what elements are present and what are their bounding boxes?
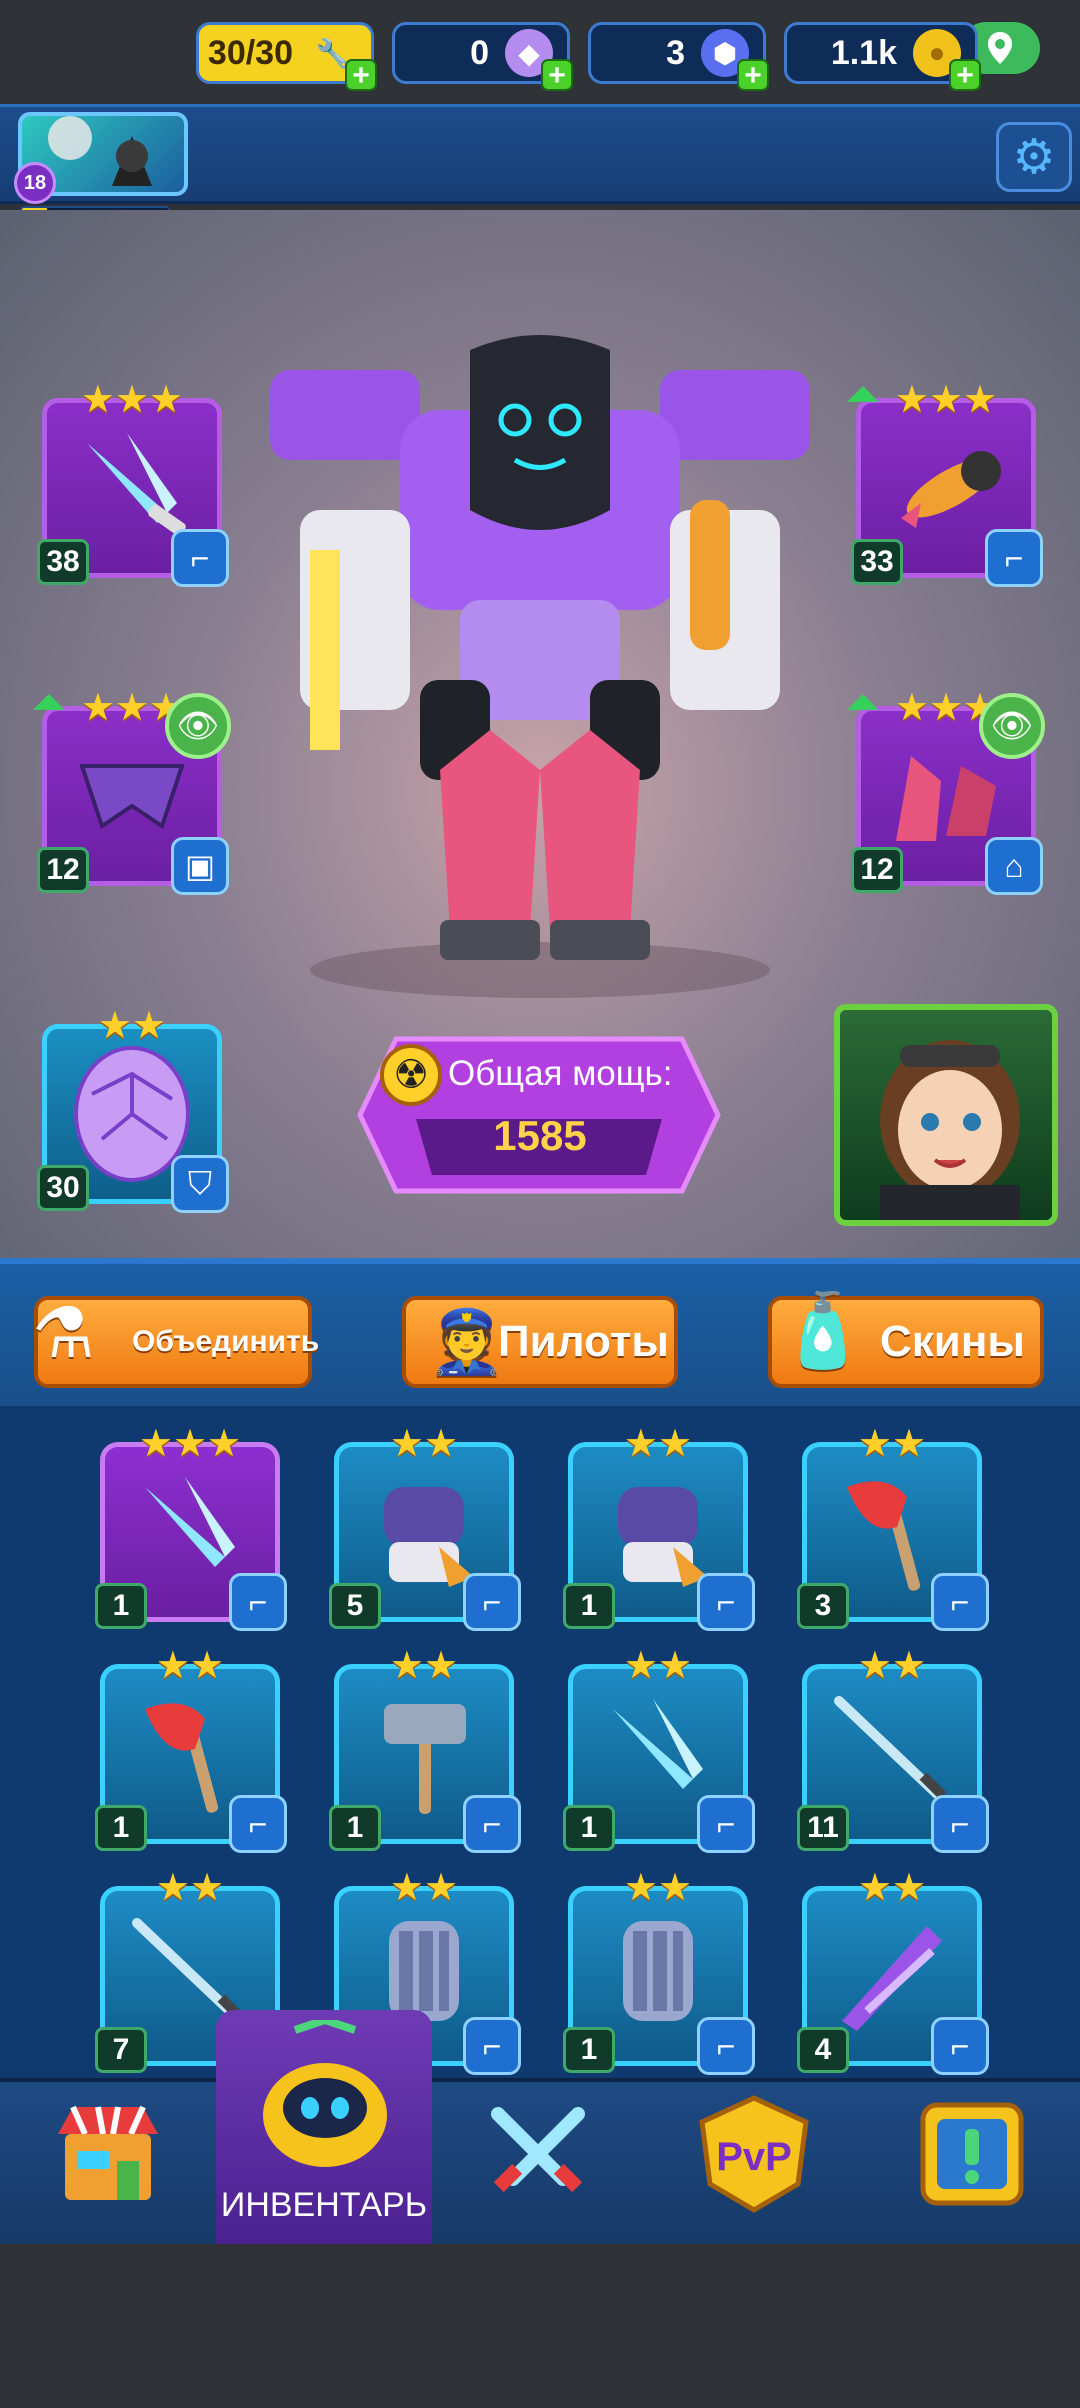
boot-icon: ⌂ [985, 837, 1043, 895]
inventory-card-level: 1 [563, 2027, 615, 2073]
skins-label: Скины [880, 1317, 1025, 1366]
gems-counter[interactable]: 0 ◆ + [392, 22, 573, 91]
battle-swords-icon[interactable] [478, 2094, 598, 2214]
pvp-icon[interactable]: PvP [694, 2094, 814, 2214]
add-crystals-button[interactable]: + [737, 59, 769, 91]
robot-mascot-icon [250, 2015, 400, 2170]
inventory-card[interactable]: ★★ 1 ⌐ [563, 1645, 755, 1853]
gems-value: 0 [470, 33, 489, 72]
quests-alert-icon[interactable] [912, 2094, 1032, 2214]
gun-icon: ⌐ [229, 1573, 287, 1631]
add-gems-button[interactable]: + [541, 59, 573, 91]
add-energy-button[interactable]: + [345, 59, 377, 91]
merge-button[interactable]: ⚗ Объединить [32, 1294, 319, 1388]
crystals-value: 3 [666, 33, 685, 72]
equipped-core-slot[interactable]: ★★ 30 ⛉ [37, 1005, 229, 1213]
gun-icon: ⌐ [697, 1795, 755, 1853]
svg-text:PvP: PvP [716, 2135, 792, 2179]
gun-icon: ⌐ [931, 1573, 989, 1631]
gun-icon: ⌐ [229, 1795, 287, 1853]
action-bar: ⚗ Объединить 👮 Пилоты 🧴 Скины [0, 1258, 1080, 1406]
gun-icon: ⌐ [697, 1573, 755, 1631]
inventory-card[interactable]: ★★ 11 ⌐ [797, 1645, 989, 1853]
energy-counter[interactable]: 30/30 🔧 + [196, 22, 377, 91]
equipped-boots-slot[interactable]: ⏶ ★★★ 👁 12 ⌂ [847, 681, 1045, 895]
energy-value: 30/30 [207, 33, 293, 72]
gun-icon: ⌐ [931, 1795, 989, 1853]
gun-icon: ⌐ [985, 529, 1043, 587]
inventory-card-level: 3 [797, 1583, 849, 1629]
spray-can-icon: 🧴 [778, 1291, 868, 1371]
gun-icon: ⌐ [931, 2017, 989, 2075]
inventory-card[interactable]: ★★★ 1 ⌐ [95, 1423, 287, 1631]
inventory-card-level: 1 [329, 1805, 381, 1851]
pilots-button[interactable]: 👮 Пилоты [402, 1296, 678, 1388]
inventory-card[interactable]: ★★ 1 ⌐ [563, 1423, 755, 1631]
gun-icon: ⌐ [697, 2017, 755, 2075]
equipped-weapon-left-slot[interactable]: ★★★ 38 ⌐ [37, 379, 229, 587]
total-power-label: Общая мощь: [448, 1054, 673, 1093]
gun-icon: ⌐ [463, 1573, 521, 1631]
crystals-counter[interactable]: 3 ⬢ + [588, 22, 769, 91]
boots-level: 12 [851, 847, 903, 893]
pilot-officer-icon: 👮 [428, 1308, 506, 1377]
shield-icon: ⛉ [171, 1155, 229, 1213]
add-coins-button[interactable]: + [949, 59, 981, 91]
armor-icon: ▣ [171, 837, 229, 895]
equipped-weapon-right-slot[interactable]: ⏶ ★★★ 33 ⌐ [847, 373, 1043, 587]
coins-value: 1.1k [830, 33, 897, 72]
gun-icon: ⌐ [463, 2017, 521, 2075]
inventory-card-level: 1 [563, 1583, 615, 1629]
core-level: 30 [37, 1165, 89, 1211]
inventory-card-level: 5 [329, 1583, 381, 1629]
inventory-card-level: 7 [95, 2027, 147, 2073]
shop-icon[interactable] [48, 2094, 168, 2214]
inventory-card-level: 1 [563, 1805, 615, 1851]
inventory-card-level: 11 [797, 1805, 849, 1851]
inventory-card-level: 1 [95, 1805, 147, 1851]
gear-icon[interactable]: ⚙ [996, 122, 1072, 192]
gun-icon: ⌐ [463, 1795, 521, 1853]
player-level-badge: 18 [14, 162, 56, 204]
merge-label: Объединить [132, 1325, 320, 1358]
radiation-icon: ☢ [380, 1044, 442, 1106]
pilots-label: Пилоты [498, 1317, 669, 1366]
flask-icon: ⚗ [32, 1294, 95, 1372]
system-navigation-area [0, 2244, 1080, 2408]
gun-icon: ⌐ [171, 529, 229, 587]
inventory-card[interactable]: ★★ 1 ⌐ [329, 1645, 521, 1853]
nav-inventory-label: ИНВЕНТАРЬ [220, 2186, 428, 2224]
armor-level: 12 [37, 847, 89, 893]
inventory-card-level: 1 [95, 1583, 147, 1629]
coins-counter[interactable]: 1.1k ● + [784, 22, 981, 91]
inventory-card[interactable]: ★★ 3 ⌐ [797, 1423, 989, 1631]
weapon-right-level: 33 [851, 539, 903, 585]
skins-button[interactable]: 🧴 Скины [768, 1291, 1044, 1388]
total-power-value: 1585 [493, 1112, 587, 1159]
equipped-armor-slot[interactable]: ⏶ ★★★ 👁 12 ▣ [33, 681, 231, 895]
inventory-card[interactable]: ★★ 1 ⌐ [563, 1867, 755, 2075]
inventory-card[interactable]: ★★ 4 ⌐ [797, 1867, 989, 2075]
mech-robot-model[interactable] [270, 330, 810, 1000]
inventory-card-level: 4 [797, 2027, 849, 2073]
weapon-left-level: 38 [37, 539, 89, 585]
pilot-portrait[interactable] [834, 1004, 1058, 1226]
inventory-card[interactable]: ★★ 1 ⌐ [95, 1645, 287, 1853]
inventory-card[interactable]: ★★ 5 ⌐ [329, 1423, 521, 1631]
